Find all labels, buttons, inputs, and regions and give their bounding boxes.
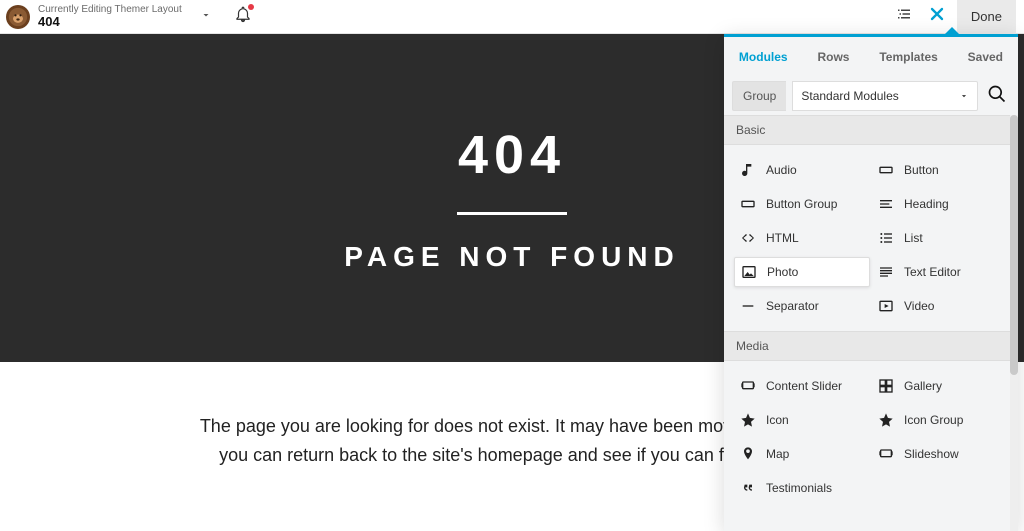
panel-pointer — [944, 27, 960, 35]
module-testimonials[interactable]: Testimonials — [734, 473, 870, 503]
heading-icon — [878, 196, 894, 212]
tab-templates[interactable]: Templates — [879, 50, 937, 64]
module-slideshow[interactable]: Slideshow — [872, 439, 1008, 469]
scrollbar-thumb[interactable] — [1010, 115, 1018, 375]
map-icon — [740, 446, 756, 462]
gallery-icon — [878, 378, 894, 394]
video-icon — [878, 298, 894, 314]
module-button-group[interactable]: Button Group — [734, 189, 870, 219]
group-select[interactable]: Standard Modules — [792, 81, 978, 111]
module-grid-basic: Audio Button Button Group Heading HTML L… — [724, 145, 1018, 331]
section-basic[interactable]: Basic — [724, 115, 1018, 145]
chevron-down-icon — [959, 91, 969, 101]
module-photo[interactable]: Photo — [734, 257, 870, 287]
close-panel-icon[interactable] — [927, 4, 947, 30]
title-block[interactable]: Currently Editing Themer Layout 404 — [38, 4, 182, 29]
hero-code: 404 — [458, 124, 566, 186]
slider-icon — [878, 446, 894, 462]
module-button[interactable]: Button — [872, 155, 1008, 185]
star-icon — [878, 412, 894, 428]
module-audio[interactable]: Audio — [734, 155, 870, 185]
group-label: Group — [732, 81, 786, 111]
module-gallery[interactable]: Gallery — [872, 371, 1008, 401]
tab-saved[interactable]: Saved — [968, 50, 1003, 64]
panel-tabs: Modules Rows Templates Saved — [724, 37, 1018, 77]
audio-icon — [740, 162, 756, 178]
photo-icon — [741, 264, 757, 280]
module-video[interactable]: Video — [872, 291, 1008, 321]
separator-icon — [740, 298, 756, 314]
hero-divider — [457, 212, 567, 215]
list-icon — [878, 230, 894, 246]
body-line-2: you can return back to the site's homepa… — [219, 445, 805, 465]
module-heading[interactable]: Heading — [872, 189, 1008, 219]
panel-filter-row: Group Standard Modules — [724, 77, 1018, 115]
top-bar: Currently Editing Themer Layout 404 Done — [0, 0, 1024, 34]
button-icon — [878, 162, 894, 178]
module-html[interactable]: HTML — [734, 223, 870, 253]
slider-icon — [740, 378, 756, 394]
group-select-value: Standard Modules — [801, 89, 898, 103]
content-panel: Modules Rows Templates Saved Group Stand… — [724, 34, 1018, 531]
tab-rows[interactable]: Rows — [817, 50, 849, 64]
title-chevron-down-icon[interactable] — [200, 8, 212, 26]
module-icon-group[interactable]: Icon Group — [872, 405, 1008, 435]
section-media[interactable]: Media — [724, 331, 1018, 361]
module-text-editor[interactable]: Text Editor — [872, 257, 1008, 287]
search-icon[interactable] — [984, 84, 1010, 109]
app-logo — [6, 5, 30, 29]
module-map[interactable]: Map — [734, 439, 870, 469]
module-grid-media: Content Slider Gallery Icon Icon Group M… — [724, 361, 1018, 513]
done-button[interactable]: Done — [957, 0, 1016, 34]
outline-icon[interactable] — [895, 5, 913, 28]
star-icon — [740, 412, 756, 428]
panel-body: Basic Audio Button Button Group Heading … — [724, 115, 1018, 531]
panel-scrollbar[interactable] — [1010, 115, 1018, 531]
page-title: 404 — [38, 15, 182, 29]
module-separator[interactable]: Separator — [734, 291, 870, 321]
quote-icon — [740, 480, 756, 496]
module-list[interactable]: List — [872, 223, 1008, 253]
tab-modules[interactable]: Modules — [739, 50, 788, 64]
text-icon — [878, 264, 894, 280]
button-icon — [740, 196, 756, 212]
hero-message: PAGE NOT FOUND — [344, 241, 679, 273]
notification-dot — [248, 4, 254, 10]
module-content-slider[interactable]: Content Slider — [734, 371, 870, 401]
notification-bell-icon[interactable] — [234, 5, 252, 28]
module-icon[interactable]: Icon — [734, 405, 870, 435]
html-icon — [740, 230, 756, 246]
